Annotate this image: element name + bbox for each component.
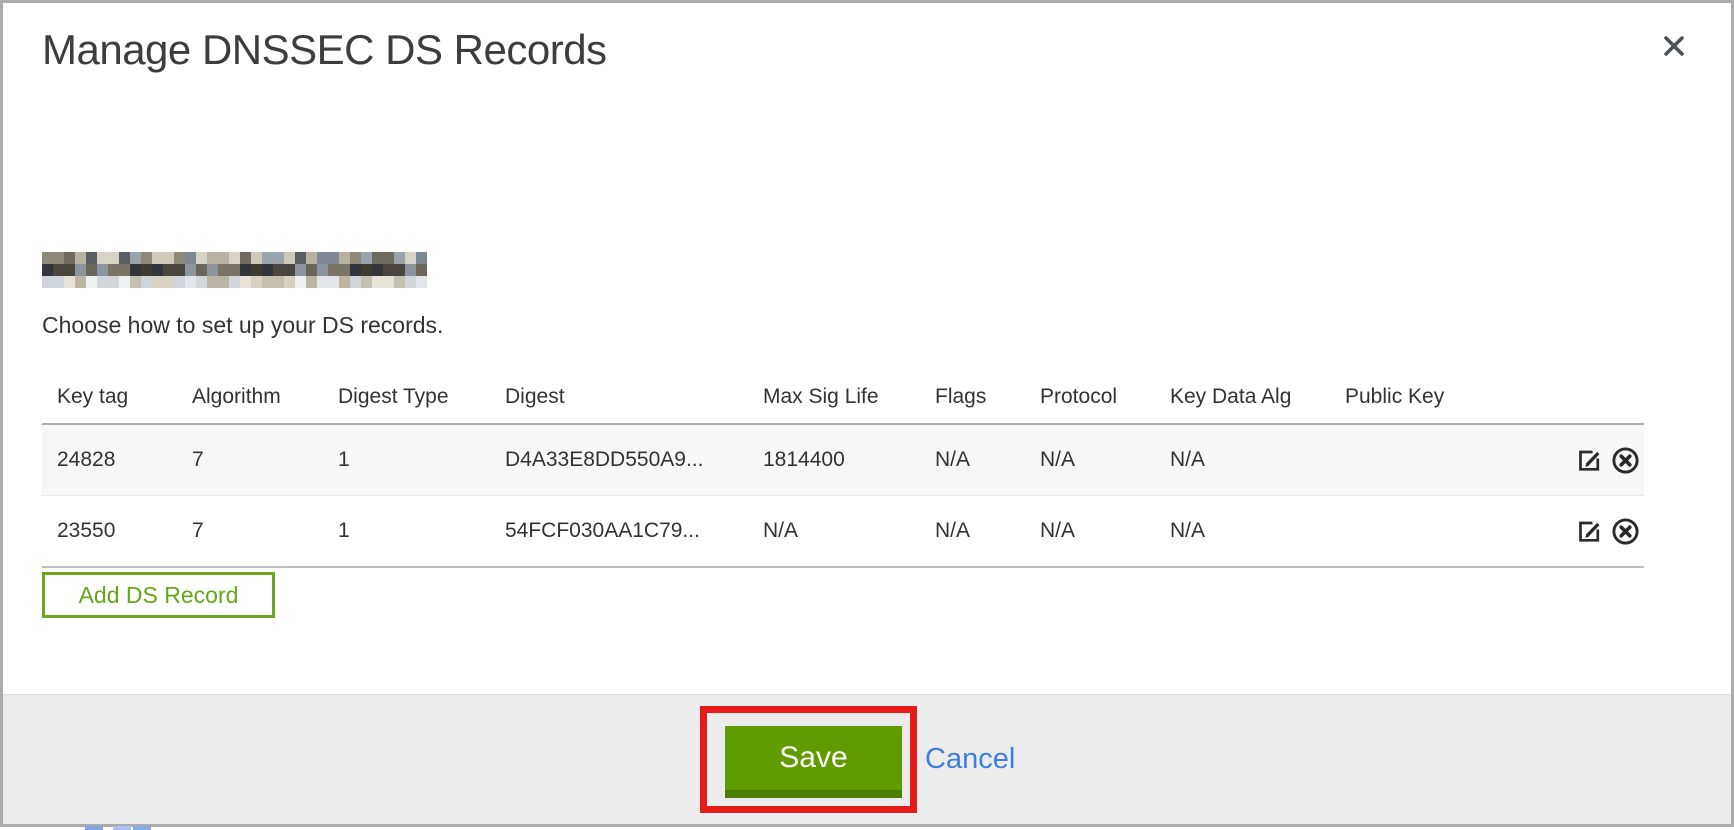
background-page-fragment	[85, 826, 103, 830]
row-actions	[1560, 496, 1644, 568]
add-ds-record-button[interactable]: Add DS Record	[42, 572, 275, 618]
table-row: 2482871D4A33E8DD550A9...1814400N/AN/AN/A	[42, 424, 1644, 496]
close-button[interactable]	[1656, 28, 1692, 64]
edit-record-button[interactable]	[1576, 447, 1603, 474]
column-header: Digest Type	[323, 364, 490, 424]
cell-public-key	[1330, 424, 1560, 496]
column-header: Key tag	[42, 364, 177, 424]
column-header: Algorithm	[177, 364, 323, 424]
delete-icon	[1611, 517, 1640, 546]
delete-icon	[1611, 446, 1640, 475]
save-button[interactable]: Save	[725, 726, 902, 798]
cell-algorithm: 7	[177, 496, 323, 568]
ds-records-table: Key tagAlgorithmDigest TypeDigestMax Sig…	[42, 364, 1644, 568]
cell-flags: N/A	[920, 424, 1025, 496]
cell-key-tag: 24828	[42, 424, 177, 496]
table-header-row: Key tagAlgorithmDigest TypeDigestMax Sig…	[42, 364, 1644, 424]
cell-digest: 54FCF030AA1C79...	[490, 496, 748, 568]
cell-algorithm: 7	[177, 424, 323, 496]
table-body: 2482871D4A33E8DD550A9...1814400N/AN/AN/A…	[42, 424, 1644, 567]
cell-digest-type: 1	[323, 496, 490, 568]
edit-icon	[1576, 518, 1603, 545]
save-highlight-annotation: Save	[700, 706, 917, 813]
column-header-actions	[1560, 364, 1644, 424]
column-header: Public Key	[1330, 364, 1560, 424]
manage-dnssec-dialog: Manage DNSSEC DS Records Choose how to s…	[0, 0, 1734, 827]
edit-record-button[interactable]	[1576, 518, 1603, 545]
cell-key-data-alg: N/A	[1155, 424, 1330, 496]
dialog-title: Manage DNSSEC DS Records	[42, 26, 607, 74]
domain-name-redacted	[42, 252, 427, 288]
edit-icon	[1576, 447, 1603, 474]
cell-max-sig-life: 1814400	[748, 424, 920, 496]
dialog-footer: Save Cancel	[3, 694, 1731, 824]
cell-protocol: N/A	[1025, 424, 1155, 496]
cell-key-data-alg: N/A	[1155, 496, 1330, 568]
column-header: Flags	[920, 364, 1025, 424]
column-header: Protocol	[1025, 364, 1155, 424]
column-header: Max Sig Life	[748, 364, 920, 424]
column-header: Key Data Alg	[1155, 364, 1330, 424]
column-header: Digest	[490, 364, 748, 424]
close-icon	[1659, 31, 1689, 61]
instruction-text: Choose how to set up your DS records.	[42, 312, 443, 339]
cell-digest-type: 1	[323, 424, 490, 496]
cell-public-key	[1330, 496, 1560, 568]
cell-key-tag: 23550	[42, 496, 177, 568]
cell-max-sig-life: N/A	[748, 496, 920, 568]
cell-digest: D4A33E8DD550A9...	[490, 424, 748, 496]
delete-record-button[interactable]	[1611, 446, 1640, 475]
cell-protocol: N/A	[1025, 496, 1155, 568]
cancel-link[interactable]: Cancel	[925, 743, 1015, 776]
row-actions	[1560, 424, 1644, 496]
delete-record-button[interactable]	[1611, 517, 1640, 546]
modal-page: Manage DNSSEC DS Records Choose how to s…	[0, 0, 1734, 830]
cell-flags: N/A	[920, 496, 1025, 568]
table-row: 235507154FCF030AA1C79...N/AN/AN/AN/A	[42, 496, 1644, 568]
